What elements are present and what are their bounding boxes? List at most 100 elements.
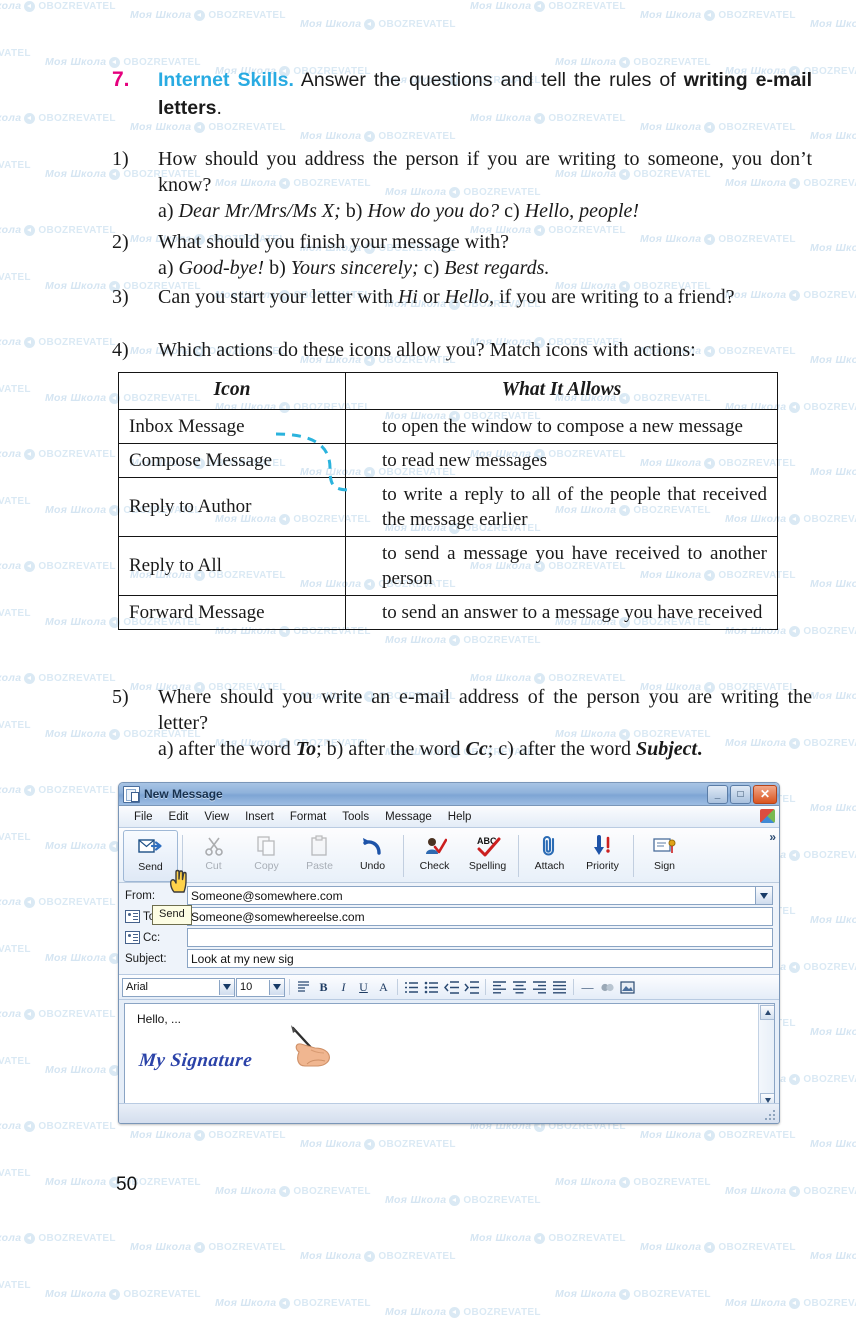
from-row: From: Someone@somewhere.com: [125, 886, 773, 905]
exercise-number: 7.: [112, 68, 130, 91]
align-right-icon[interactable]: [530, 978, 549, 997]
toolbar-cut-button[interactable]: Cut: [187, 830, 240, 882]
priority-arrow-icon: [589, 833, 617, 859]
menu-view[interactable]: View: [197, 809, 236, 825]
option-b-text: Yours sincerely;: [290, 257, 419, 279]
toolbar-attach-button[interactable]: Attach: [523, 830, 576, 882]
font-size-select[interactable]: 10: [236, 977, 285, 997]
toolbar-copy-button[interactable]: Copy: [240, 830, 293, 882]
address-book-icon[interactable]: [125, 910, 140, 923]
address-book-icon[interactable]: [125, 931, 140, 944]
format-separator: [573, 979, 574, 995]
subject-input[interactable]: Look at my new sig: [187, 949, 773, 968]
horizontal-rule-icon[interactable]: —: [578, 978, 597, 997]
table-cell-icon[interactable]: Reply to All: [118, 536, 346, 596]
scissors-icon: [200, 833, 228, 859]
window-menubar[interactable]: File Edit View Insert Format Tools Messa…: [119, 806, 779, 828]
menu-tools[interactable]: Tools: [335, 809, 376, 825]
window-titlebar[interactable]: New Message _ □ ✕: [119, 783, 779, 806]
align-left-icon[interactable]: [490, 978, 509, 997]
toolbar-priority-button[interactable]: Priority: [576, 830, 629, 882]
justify-icon[interactable]: [550, 978, 569, 997]
question-3-number: 3): [112, 286, 129, 308]
bold-icon[interactable]: B: [314, 978, 333, 997]
underline-icon[interactable]: U: [354, 978, 373, 997]
watermark-item: Моя Школа OBOZREVATEL: [555, 1288, 711, 1300]
paste-icon: [306, 833, 334, 859]
table-cell-allows[interactable]: to send an answer to a message you have …: [345, 595, 778, 630]
option-c-text: Best regards.: [444, 257, 550, 279]
option-a-text: Good-bye!: [178, 257, 265, 279]
new-message-icon: [123, 785, 140, 803]
chevron-down-icon[interactable]: [219, 979, 234, 995]
paragraph-style-icon[interactable]: [294, 978, 313, 997]
menu-message[interactable]: Message: [378, 809, 439, 825]
italic-icon[interactable]: I: [334, 978, 353, 997]
format-separator: [289, 979, 290, 995]
menu-insert[interactable]: Insert: [238, 809, 281, 825]
watermark-badge-icon: [789, 1297, 801, 1309]
chevron-down-icon[interactable]: [269, 979, 284, 995]
insert-link-icon[interactable]: [598, 978, 617, 997]
toolbar-overflow-button[interactable]: »: [769, 830, 776, 844]
toolbar-check-button[interactable]: Check: [408, 830, 461, 882]
font-family-select[interactable]: Arial: [122, 977, 235, 997]
minimize-button[interactable]: _: [707, 784, 728, 804]
from-dropdown-button[interactable]: [756, 886, 773, 905]
option-c-text: Hello, people!: [524, 200, 640, 222]
align-center-icon[interactable]: [510, 978, 529, 997]
message-toolbar[interactable]: Send Cut Copy Paste Undo Check ABC Spell…: [119, 828, 779, 883]
question-1-number: 1): [112, 148, 129, 170]
maximize-button[interactable]: □: [730, 784, 751, 804]
toolbar-spelling-button[interactable]: ABC Spelling: [461, 830, 514, 882]
table-cell-icon[interactable]: Forward Message: [118, 595, 346, 630]
window-statusbar: [119, 1103, 779, 1123]
toolbar-paste-button[interactable]: Paste: [293, 830, 346, 882]
toolbar-sign-button[interactable]: Sign: [638, 830, 691, 882]
page-number: 50: [116, 1174, 138, 1195]
from-input[interactable]: Someone@somewhere.com: [187, 886, 756, 905]
toolbar-undo-button[interactable]: Undo: [346, 830, 399, 882]
watermark-item: Моя Школа OBOZREVATEL: [385, 1306, 541, 1318]
table-cell-allows[interactable]: to send a message you have received to a…: [345, 536, 778, 596]
numbered-list-icon[interactable]: [402, 978, 421, 997]
table-cell-allows[interactable]: to read new messages: [345, 443, 778, 478]
send-tooltip: Send: [152, 905, 192, 925]
exercise-title: Internet Skills.: [158, 69, 294, 91]
option-c-text: Subject: [635, 738, 698, 760]
option-b-text: Cc: [465, 738, 488, 760]
message-body-editor[interactable]: Hello, ... My Signature: [124, 1003, 775, 1110]
menu-format[interactable]: Format: [283, 809, 333, 825]
exercise-heading: 7. Internet Skills. Answer the questions…: [112, 66, 812, 122]
exercise-instruction: Internet Skills. Answer the questions an…: [158, 66, 812, 122]
toolbar-undo-label: Undo: [359, 860, 386, 872]
scroll-up-button[interactable]: [760, 1005, 774, 1020]
formatting-toolbar[interactable]: Arial 10 B I U A —: [119, 975, 779, 1000]
decrease-indent-icon[interactable]: [442, 978, 461, 997]
body-scrollbar[interactable]: [758, 1004, 774, 1109]
table-cell-icon[interactable]: Reply to Author: [118, 477, 346, 537]
toolbar-copy-label: Copy: [254, 860, 279, 872]
table-cell-allows[interactable]: to open the window to compose a new mess…: [345, 409, 778, 444]
watermark-badge-icon: [449, 1306, 461, 1318]
table-cell-icon[interactable]: Compose Message: [118, 443, 346, 478]
increase-indent-icon[interactable]: [462, 978, 481, 997]
option-end: .: [697, 738, 703, 760]
insert-image-icon[interactable]: [618, 978, 637, 997]
font-color-icon[interactable]: A: [374, 978, 393, 997]
cc-input[interactable]: [187, 928, 773, 947]
toolbar-separator: [518, 835, 519, 877]
watermark-school: Моя Школа: [215, 1297, 277, 1309]
close-button[interactable]: ✕: [753, 784, 777, 804]
menu-edit[interactable]: Edit: [162, 809, 196, 825]
bullet-list-icon[interactable]: [422, 978, 441, 997]
table-cell-allows[interactable]: to write a reply to all of the people th…: [345, 477, 778, 537]
message-body-text[interactable]: Hello, ...: [125, 1004, 774, 1026]
table-cell-icon[interactable]: Inbox Message: [118, 409, 346, 444]
resize-grip-icon[interactable]: [765, 1110, 776, 1121]
new-message-window[interactable]: New Message _ □ ✕ File Edit View Insert …: [118, 782, 780, 1124]
menu-help[interactable]: Help: [441, 809, 479, 825]
menu-file[interactable]: File: [127, 809, 160, 825]
to-input[interactable]: Someone@somewhereelse.com: [187, 907, 773, 926]
watermark-site: OBOZREVATEL: [293, 1297, 371, 1309]
